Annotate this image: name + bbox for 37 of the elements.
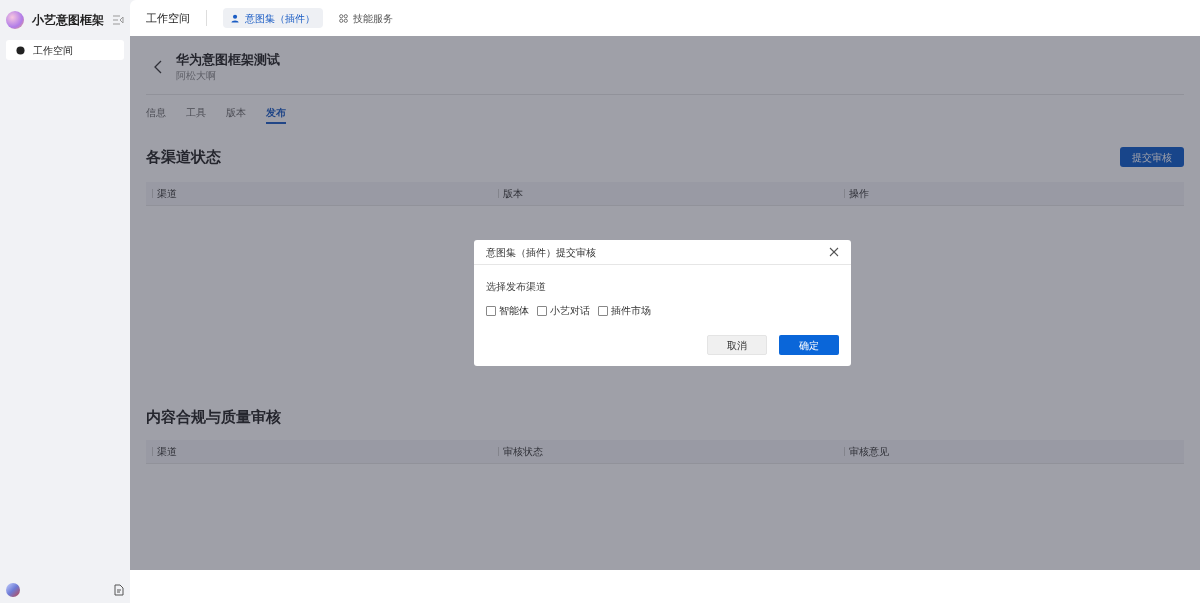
grid-icon xyxy=(339,13,348,23)
dialog-title: 意图集（插件）提交审核 xyxy=(486,245,596,260)
close-icon[interactable] xyxy=(829,247,839,257)
column-header: 渠道 xyxy=(157,186,177,201)
submit-review-button[interactable]: 提交审核 xyxy=(1120,147,1184,168)
checkbox[interactable] xyxy=(486,305,496,316)
cancel-button[interactable]: 取消 xyxy=(707,335,767,355)
checkbox[interactable] xyxy=(598,305,608,316)
nav-tab[interactable]: 技能服务 xyxy=(331,8,401,28)
checkbox-label: 小艺对话 xyxy=(550,304,590,318)
confirm-button[interactable]: 确定 xyxy=(779,335,839,355)
page-tab[interactable]: 版本 xyxy=(226,105,246,124)
section-heading: 内容合规与质量审核 xyxy=(146,406,282,427)
app-name: 小艺意图框架 xyxy=(32,12,104,29)
section-heading: 各渠道状态 xyxy=(146,147,221,167)
logo-icon xyxy=(6,11,24,29)
column-header: 审核意见 xyxy=(849,445,889,459)
document-icon[interactable] xyxy=(114,584,124,596)
page-tab[interactable]: 信息 xyxy=(146,105,166,124)
column-header: 操作 xyxy=(849,186,869,201)
field-label: 选择发布渠道 xyxy=(486,281,546,292)
avatar-icon[interactable] xyxy=(6,583,20,597)
nav-tab[interactable]: 意图集（插件） xyxy=(223,8,323,28)
back-icon[interactable] xyxy=(154,60,162,74)
collapse-sidebar-icon[interactable] xyxy=(112,15,124,25)
checkbox[interactable] xyxy=(537,305,547,316)
checkbox-label: 智能体 xyxy=(499,304,529,318)
column-header: 审核状态 xyxy=(503,445,543,459)
workspace-title: 工作空间 xyxy=(146,10,190,26)
column-header: 渠道 xyxy=(157,445,177,459)
column-header: 版本 xyxy=(503,186,523,201)
project-title: 华为意图框架测试 xyxy=(176,51,280,69)
person-icon xyxy=(231,13,240,23)
checkbox-label: 插件市场 xyxy=(611,304,651,318)
sidebar-item[interactable]: 工作空间 xyxy=(6,40,124,60)
page-tab[interactable]: 发布 xyxy=(266,105,286,124)
page-tab[interactable]: 工具 xyxy=(186,105,206,124)
